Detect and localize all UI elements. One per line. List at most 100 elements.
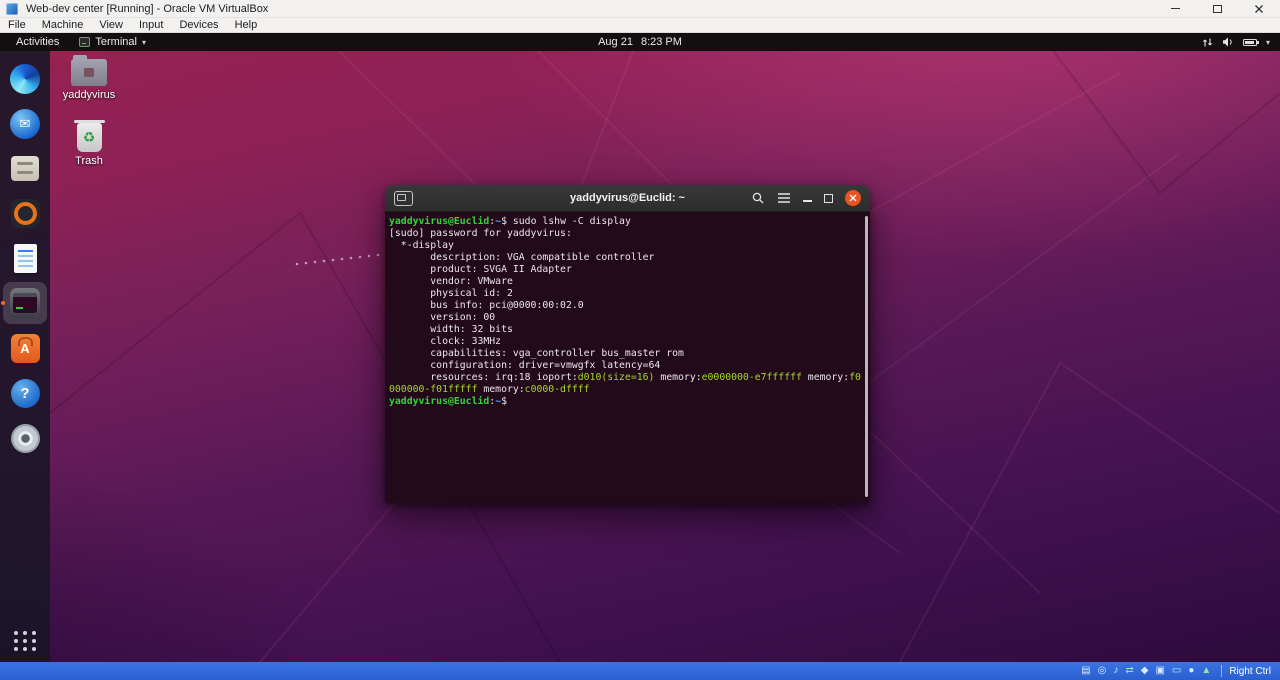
dock-item-settings[interactable] [3,191,47,236]
status-separator [1221,665,1222,677]
status-icons: ▤ ◎ ♪ ⇄ ◆ ▣ ▭ ● ▲ [1074,662,1211,680]
dock-item-thunderbird[interactable]: ✉ [3,101,47,146]
dock-item-files[interactable] [3,146,47,191]
edge-icon [10,64,40,94]
close-button[interactable] [1238,0,1280,17]
menu-input[interactable]: Input [131,18,171,33]
virtualbox-window: Web-dev center [Running] - Oracle VM Vir… [0,0,1280,680]
desktop-icon-yaddyvirus[interactable]: yaddyvirus [56,59,122,101]
terminal-line: description: VGA compatible controller [389,252,866,264]
folder-icon [71,59,107,86]
thunderbird-icon: ✉ [10,109,40,139]
desktop-icon-trash[interactable]: ♻ Trash [56,123,122,167]
window-title: Web-dev center [Running] - Oracle VM Vir… [26,3,268,15]
maximize-button[interactable] [1196,0,1238,17]
dock: ✉ A ? [0,51,50,662]
activities-button[interactable]: Activities [12,36,63,48]
vm-desktop: Activities Terminal ▾ Aug 21 8:23 PM ▾ [0,33,1280,662]
minimize-icon [1171,8,1180,10]
maximize-icon [1213,5,1222,13]
display-status-icon[interactable]: ▭ [1172,662,1181,680]
desktop-icon-label: Trash [56,155,122,167]
terminal-line: [sudo] password for yaddyvirus: [389,228,866,240]
host-key-label: Right Ctrl [1229,666,1271,677]
chevron-down-icon: ▾ [1266,38,1270,47]
new-tab-button[interactable] [394,191,413,206]
terminal-headerbar[interactable]: yaddyvirus@Euclid: ~ [385,185,870,212]
terminal-line: capabilities: vga_controller bus_master … [389,348,866,360]
dock-item-terminal[interactable] [3,282,47,324]
clock-time: 8:23 PM [641,36,682,48]
vbox-statusbar: ▤ ◎ ♪ ⇄ ◆ ▣ ▭ ● ▲ Right Ctrl [0,662,1280,680]
terminal-line: vendor: VMware [389,276,866,288]
terminal-close-button[interactable] [845,190,861,206]
mouse-integration-status-icon[interactable]: ▲ [1201,662,1211,680]
recording-status-icon[interactable]: ● [1188,662,1194,680]
minimize-button[interactable] [1154,0,1196,17]
terminal-line: bus info: pci@0000:00:02.0 [389,300,866,312]
terminal-line: width: 32 bits [389,324,866,336]
hard-disk-status-icon[interactable]: ▤ [1081,662,1090,680]
optical-disc-status-icon[interactable]: ◎ [1098,662,1107,680]
desktop-icon-label: yaddyvirus [56,89,122,101]
terminal-line: resources: irq:18 ioport:d010(size=16) m… [389,372,866,384]
terminal-minimize-button[interactable] [803,194,812,203]
help-icon: ? [11,379,40,408]
battery-icon [1243,39,1257,46]
terminal-window: yaddyvirus@Euclid: ~ yaddyvir [385,185,870,503]
shared-folders-status-icon[interactable]: ▣ [1155,662,1164,680]
dock-item-edge[interactable] [3,56,47,101]
gnome-topbar: Activities Terminal ▾ Aug 21 8:23 PM ▾ [0,33,1280,51]
settings-ring-icon [11,199,40,228]
terminal-line: product: SVGA II Adapter [389,264,866,276]
menu-help[interactable]: Help [227,18,266,33]
dock-item-libreoffice-writer[interactable] [3,236,47,281]
trash-icon: ♻ [77,123,102,152]
terminal-line: version: 00 [389,312,866,324]
app-menu[interactable]: Terminal ▾ [79,36,146,48]
window-controls [1154,0,1280,17]
menu-file[interactable]: File [0,18,34,33]
terminal-line: *-display [389,240,866,252]
libreoffice-writer-icon [14,244,37,273]
disc-icon [11,424,40,453]
terminal-line: physical id: 2 [389,288,866,300]
files-icon [11,156,39,181]
terminal-header-actions [751,190,861,206]
system-indicators[interactable]: ▾ [1202,36,1270,48]
menu-devices[interactable]: Devices [171,18,226,33]
dock-item-ubuntu-software[interactable]: A [3,326,47,371]
chevron-down-icon: ▾ [142,38,146,47]
close-icon [1254,4,1264,14]
clock-date: Aug 21 [598,36,633,48]
menu-button[interactable] [777,192,791,204]
search-button[interactable] [751,191,765,205]
vbox-menubar: File Machine View Input Devices Help [0,18,1280,33]
clock[interactable]: Aug 21 8:23 PM [598,36,682,48]
dock-item-media-disc[interactable] [3,416,47,461]
menu-machine[interactable]: Machine [34,18,92,33]
close-icon [849,194,857,202]
menu-view[interactable]: View [91,18,131,33]
terminal-maximize-button[interactable] [824,194,833,203]
terminal-line: 000000-f01fffff memory:c0000-dffff [389,384,866,396]
terminal-output[interactable]: yaddyvirus@Euclid:~$ sudo lshw -C displa… [385,212,870,503]
network-icon [1202,37,1213,48]
audio-status-icon[interactable]: ♪ [1113,662,1118,680]
vbox-titlebar: Web-dev center [Running] - Oracle VM Vir… [0,0,1280,18]
terminal-title: yaddyvirus@Euclid: ~ [570,192,685,204]
terminal-line: clock: 33MHz [389,336,866,348]
dock-item-help[interactable]: ? [3,371,47,416]
terminal-scrollbar[interactable] [865,216,868,497]
terminal-line: yaddyvirus@Euclid:~$ sudo lshw -C displa… [389,216,866,228]
terminal-mini-icon [79,37,90,47]
terminal-line: configuration: driver=vmwgfx latency=64 [389,360,866,372]
usb-status-icon[interactable]: ◆ [1141,662,1149,680]
volume-icon [1222,36,1234,48]
terminal-line: yaddyvirus@Euclid:~$ [389,396,866,408]
app-menu-label: Terminal [95,36,137,48]
network-status-icon[interactable]: ⇄ [1125,662,1133,680]
terminal-icon [10,288,40,318]
virtualbox-logo-icon [6,3,18,15]
show-applications-button[interactable] [14,631,37,651]
